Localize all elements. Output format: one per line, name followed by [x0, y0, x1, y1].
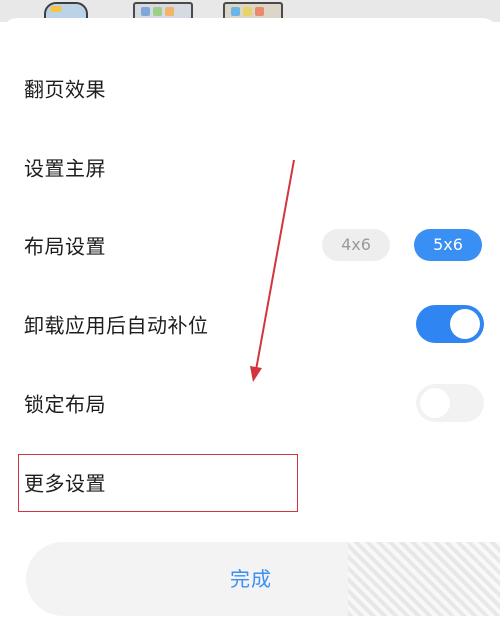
layout-settings-row: 布局设置 4x6 5x6: [0, 215, 500, 275]
layout-4x6-option[interactable]: 4x6: [322, 229, 390, 261]
layout-5x6-option[interactable]: 5x6: [414, 229, 482, 261]
auto-fill-toggle[interactable]: [416, 305, 484, 343]
set-home-screen-row[interactable]: 设置主屏: [0, 137, 500, 197]
set-home-screen-label: 设置主屏: [24, 156, 106, 181]
settings-sheet: 翻页效果 设置主屏 布局设置 4x6 5x6 卸载应用后自动补位 锁定布局 更多…: [0, 18, 500, 618]
lock-layout-row: 锁定布局: [0, 373, 500, 433]
auto-fill-label: 卸载应用后自动补位: [24, 313, 209, 338]
page-flip-effect-row[interactable]: 翻页效果: [0, 58, 500, 118]
lock-layout-label: 锁定布局: [24, 392, 106, 417]
toggle-knob: [450, 309, 480, 339]
layout-settings-label: 布局设置: [24, 234, 106, 259]
auto-fill-row: 卸载应用后自动补位: [0, 294, 500, 354]
toggle-knob: [420, 388, 450, 418]
lock-layout-toggle[interactable]: [416, 384, 484, 422]
watermark: [348, 542, 500, 616]
page-flip-effect-label: 翻页效果: [24, 77, 106, 102]
annotation-highlight-box: [18, 454, 298, 512]
